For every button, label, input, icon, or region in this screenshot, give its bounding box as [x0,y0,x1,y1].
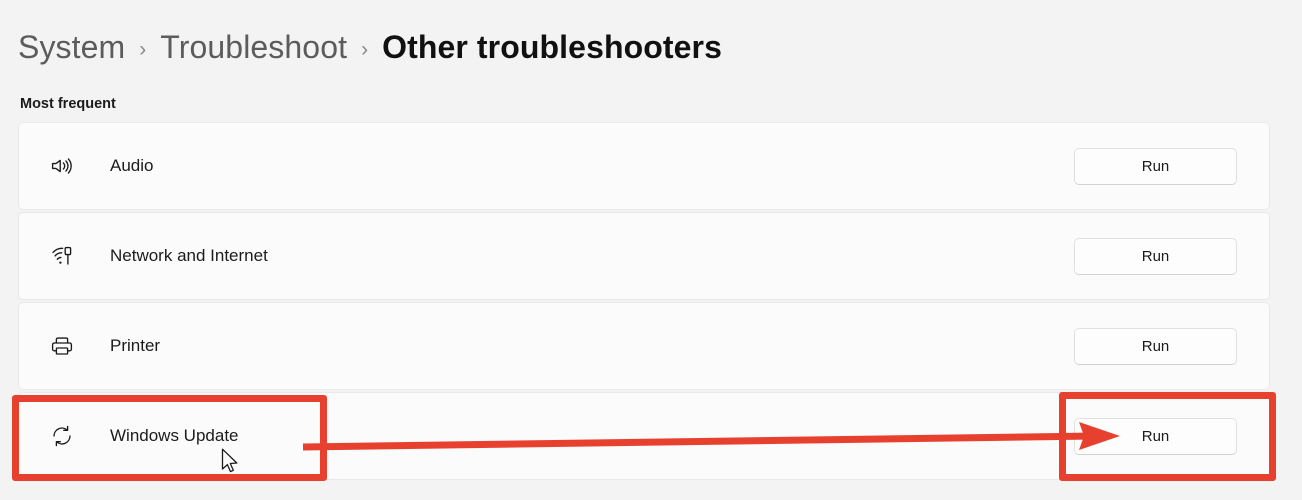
windows-update-run-button[interactable]: Run [1074,417,1237,455]
network-and-internet-run-button[interactable]: Run [1074,237,1237,275]
chevron-right-icon: › [361,37,369,61]
audio-run-button[interactable]: Run [1074,147,1237,185]
chevron-right-icon: › [139,37,147,61]
troubleshooter-row-network-and-internet[interactable]: Network and Internet Run [18,212,1270,300]
troubleshooter-label: Audio [110,156,154,175]
printer-run-button[interactable]: Run [1074,327,1237,365]
troubleshooter-list: Audio Run Network and Internet Run Print… [18,122,1270,482]
breadcrumb-item-other-troubleshooters: Other troubleshooters [382,28,723,65]
troubleshooter-label: Printer [110,336,161,355]
troubleshooter-label: Network and Internet [110,246,268,265]
wifi-router-icon [45,239,79,273]
troubleshooter-label: Windows Update [110,426,239,445]
speaker-icon [45,149,79,183]
breadcrumb-item-system[interactable]: System [18,29,125,66]
breadcrumb-item-troubleshoot[interactable]: Troubleshoot [160,29,347,66]
printer-icon [45,329,79,363]
breadcrumb: System › Troubleshoot › Other troublesho… [18,20,722,74]
troubleshooter-row-printer[interactable]: Printer Run [18,302,1270,390]
troubleshooter-row-audio[interactable]: Audio Run [18,122,1270,210]
troubleshooter-row-windows-update[interactable]: Windows Update Run [18,392,1270,480]
sync-refresh-icon [45,419,79,453]
section-header-most-frequent: Most frequent [20,96,116,112]
